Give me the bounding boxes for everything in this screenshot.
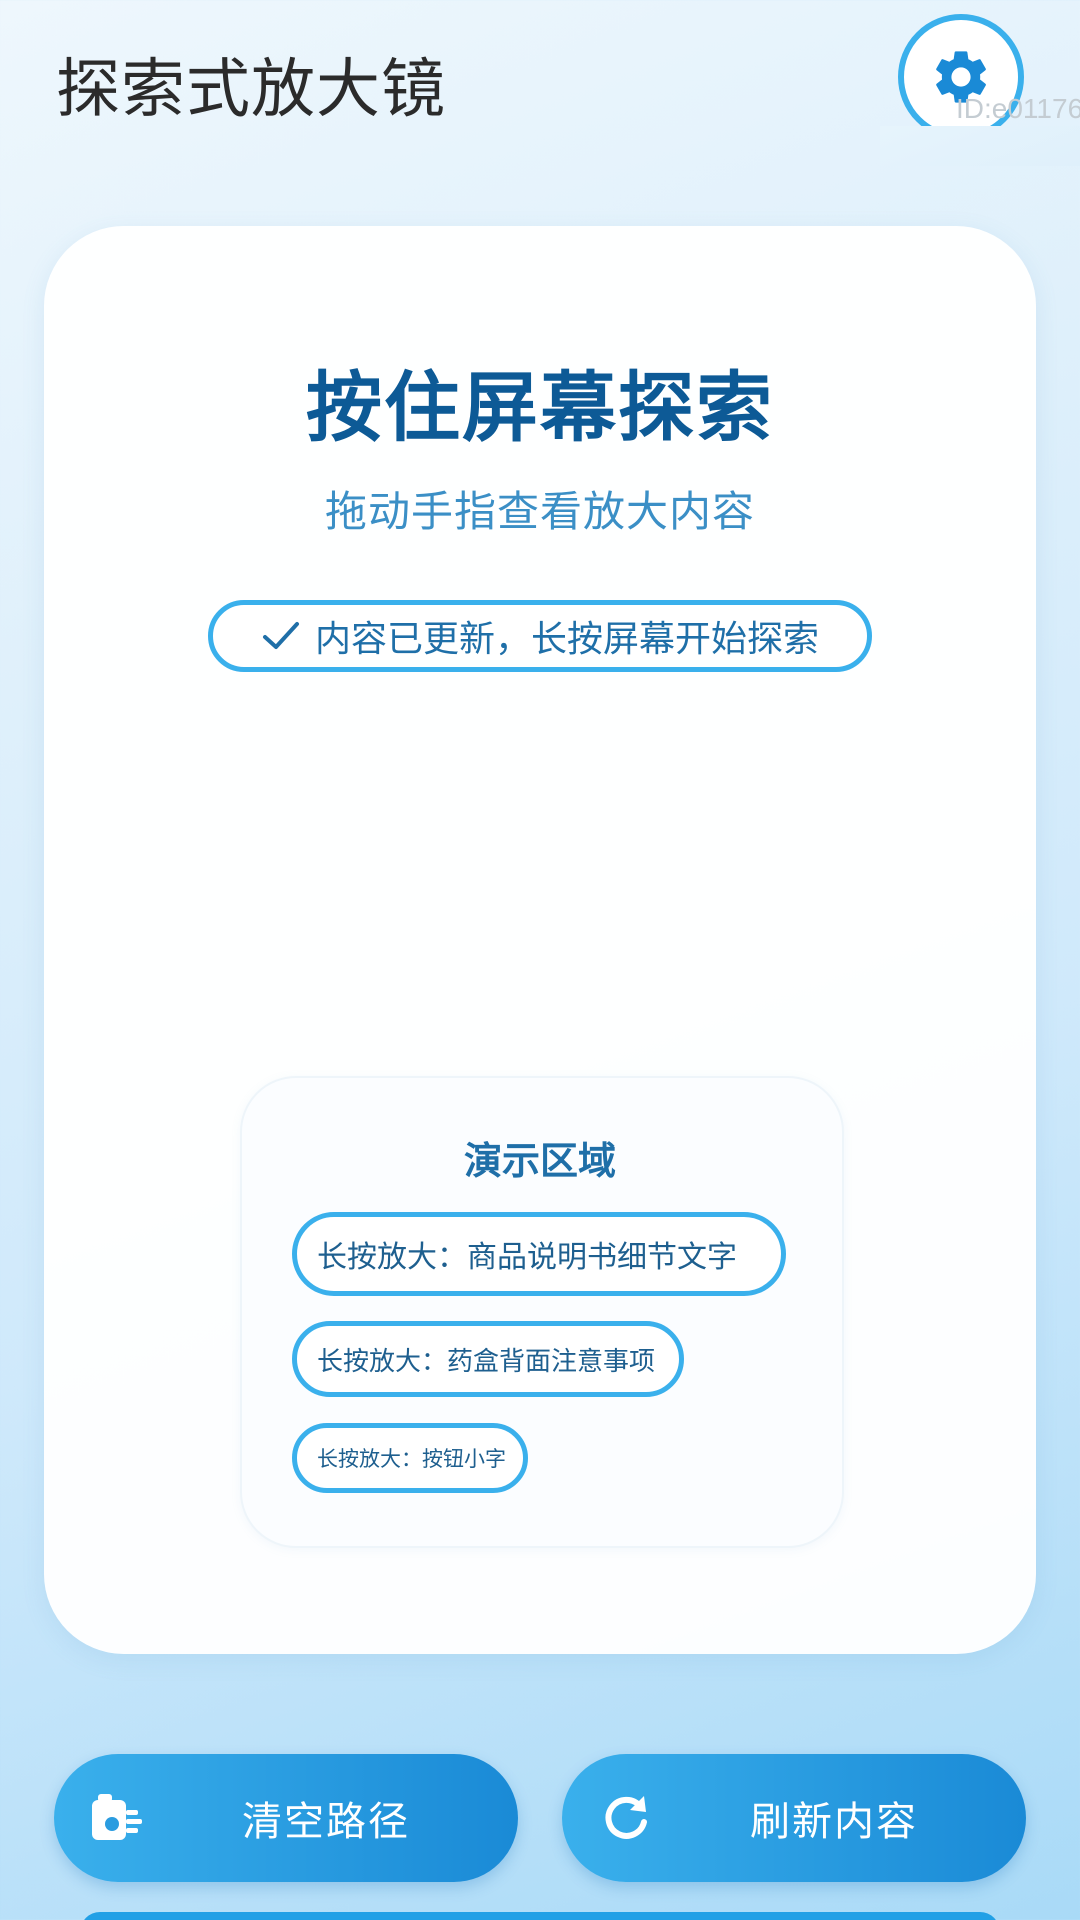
clear-path-label: 清空路径	[242, 1799, 410, 1845]
clear-path-button[interactable]: 清空路径	[54, 1754, 518, 1882]
status-text: 内容已更新，长按屏幕开始探索	[314, 619, 819, 660]
demo-item-label: 长按放大：商品说明书细节文字	[317, 1240, 737, 1275]
demo-item[interactable]: 长按放大：按钮小字	[292, 1423, 528, 1493]
demo-item-label: 长按放大：药盒背面注意事项	[317, 1346, 656, 1377]
app-title: 探索式放大镜	[56, 53, 446, 127]
demo-item-label: 长按放大：按钮小字	[317, 1447, 506, 1471]
header-clip	[880, 126, 1080, 166]
demo-item[interactable]: 长按放大：药盒背面注意事项	[292, 1321, 684, 1397]
bottom-button-edge[interactable]	[80, 1912, 1000, 1920]
refresh-content-button[interactable]: 刷新内容	[562, 1754, 1026, 1882]
headline: 按住屏幕探索	[306, 363, 774, 452]
erase-path-icon	[88, 1788, 148, 1848]
refresh-icon	[596, 1788, 656, 1848]
id-tag: ID:e01176	[956, 93, 1080, 124]
subline: 拖动手指查看放大内容	[324, 487, 755, 536]
status-pill: 内容已更新，长按屏幕开始探索	[208, 600, 872, 672]
demo-item[interactable]: 长按放大：商品说明书细节文字	[292, 1212, 786, 1296]
demo-title: 演示区域	[463, 1139, 616, 1183]
check-icon	[261, 619, 301, 653]
refresh-content-label: 刷新内容	[750, 1799, 918, 1845]
